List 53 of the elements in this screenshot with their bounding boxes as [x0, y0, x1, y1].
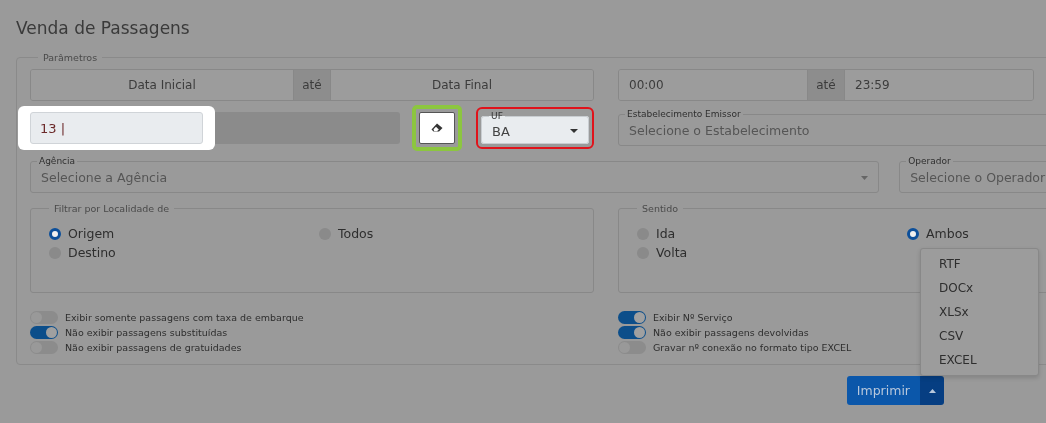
panel-legend: Parâmetros — [38, 52, 103, 63]
radio-button[interactable] — [907, 227, 919, 240]
toggle-label: Não exibir passagens substituídas — [65, 327, 228, 338]
radio-option[interactable]: Volta — [637, 243, 907, 262]
radio-option[interactable]: Destino — [49, 243, 319, 262]
radio-label: Ambos — [926, 226, 969, 241]
toggle-switch[interactable] — [30, 326, 58, 339]
establishment-select[interactable]: Estabelecimento Emissor Selecione o Estabelecimento — [618, 110, 1046, 146]
caret-icon — [861, 175, 869, 180]
toggle-label: Não exibir passagens de gratuidades — [65, 342, 242, 353]
company-field[interactable] — [215, 112, 400, 144]
radio-label: Destino — [68, 245, 116, 260]
select-placeholder: Selecione o Operador — [910, 170, 1046, 185]
toggle-label: Exibir Nº Serviço — [653, 312, 733, 323]
radio-option[interactable]: Origem — [49, 224, 319, 243]
panel-legend: Sentido — [637, 203, 684, 214]
print-button[interactable]: Imprimir — [846, 376, 920, 405]
radio-option[interactable]: Ida — [637, 224, 907, 243]
toggle-label: Gravar nº conexão no formato tipo EXCEL — [653, 342, 852, 353]
field-label: Estabelecimento Emissor — [626, 110, 742, 119]
field-label: Operador — [907, 157, 952, 166]
toggle-switch[interactable] — [618, 311, 646, 324]
operator-select[interactable]: Operador Selecione o Operador — [899, 157, 1046, 193]
menu-item[interactable]: DOCx — [921, 276, 1038, 300]
radio-label: Todos — [338, 226, 374, 241]
menu-item[interactable]: RTF — [921, 252, 1038, 276]
caret-icon — [928, 388, 936, 393]
print-menu-toggle[interactable] — [920, 376, 944, 405]
panel-legend: Filtrar por Localidade de — [49, 203, 175, 214]
toggle-label: Exibir somente passagens com taxa de embarque — [65, 312, 304, 323]
radio-option[interactable]: Ambos — [907, 224, 1046, 243]
agency-select[interactable]: Agência Selecione a Agência — [30, 157, 880, 193]
select-value: BA — [492, 123, 510, 139]
menu-item[interactable]: XLSx — [921, 300, 1038, 324]
radio-option[interactable]: Todos — [319, 224, 519, 243]
menu-item[interactable]: CSV — [921, 324, 1038, 348]
page-title: Venda de Passagens — [15, 17, 191, 40]
radio-label: Volta — [656, 245, 688, 260]
menu-item[interactable]: EXCEL — [921, 348, 1038, 372]
select-placeholder: Selecione a Agência — [41, 170, 168, 185]
radio-label: Ida — [656, 226, 676, 241]
toggle-label: Não exibir passagens devolvidas — [653, 327, 809, 338]
field-label: Agência — [38, 157, 77, 166]
caret-icon — [570, 129, 578, 133]
eraser-icon — [431, 123, 444, 133]
toggle-switch[interactable] — [618, 326, 646, 339]
select-placeholder: Selecione o Estabelecimento — [629, 123, 810, 138]
radio-button[interactable] — [49, 227, 61, 240]
clear-button[interactable] — [412, 105, 463, 151]
field-label: UF — [490, 112, 504, 121]
uf-select[interactable]: UF BA — [481, 112, 589, 144]
company-input[interactable]: 13 | — [30, 112, 203, 144]
radio-label: Origem — [68, 226, 115, 241]
